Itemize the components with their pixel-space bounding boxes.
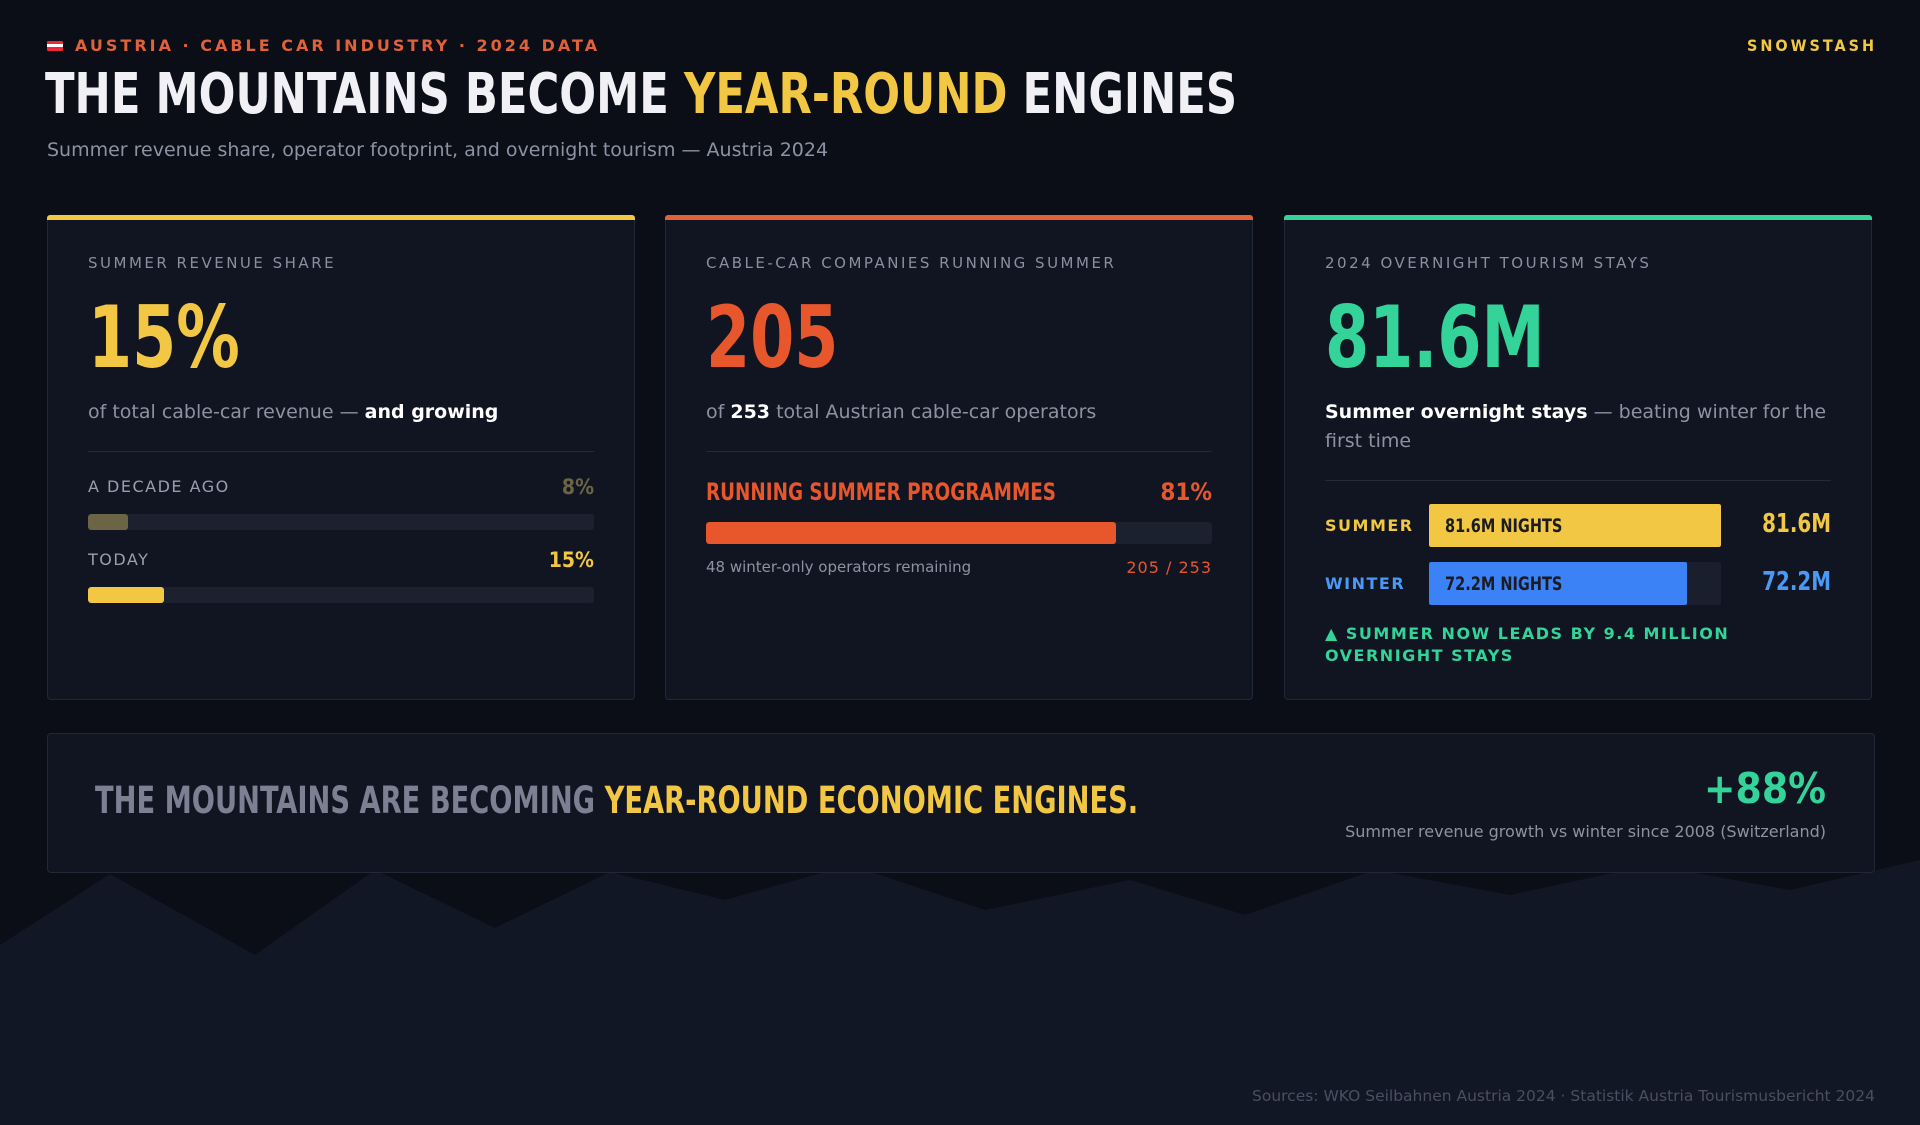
winter-bar-text: 72.2M NIGHTS (1445, 572, 1563, 595)
summer-value: 81.6M (1762, 509, 1831, 539)
remaining-note: 48 winter-only operators remaining (706, 558, 972, 576)
page-subtitle: Summer revenue share, operator footprint… (47, 139, 829, 161)
desc-bold: and growing (364, 401, 499, 423)
austria-flag-icon (47, 40, 63, 51)
progress-title: RUNNING SUMMER PROGRAMMES (706, 478, 1056, 506)
lead-note: ▲ SUMMER NOW LEADS BY 9.4 MILLION OVERNI… (1325, 624, 1730, 665)
winter-bar-track: 72.2M NIGHTS (1429, 562, 1721, 605)
revenue-share-card: SUMMER REVENUE SHARE 15% of total cable-… (47, 215, 635, 700)
today-track (88, 587, 594, 603)
summer-progress-fill (706, 522, 1116, 544)
title-highlight: YEAR-ROUND (683, 62, 1008, 127)
growth-stat-note: Summer revenue growth vs winter since 20… (1345, 822, 1826, 841)
conclusion-banner: THE MOUNTAINS ARE BECOMING YEAR-ROUND EC… (47, 733, 1875, 873)
title-post: ENGINES (1007, 62, 1238, 127)
progress-percent: 81% (1160, 478, 1212, 506)
desc-bold: 253 (730, 401, 771, 423)
card-accent-bar (1284, 215, 1872, 220)
card-label: 2024 OVERNIGHT TOURISM STAYS (1325, 254, 1652, 272)
brand-logo[interactable]: SNOWSTASH (1747, 36, 1877, 55)
eyebrow: AUSTRIA · CABLE CAR INDUSTRY · 2024 DATA (47, 36, 600, 55)
page-title: THE MOUNTAINS BECOME YEAR-ROUND ENGINES (45, 62, 1237, 128)
card-accent-bar (665, 215, 1253, 220)
today-label: TODAY (88, 550, 150, 569)
card-description: of total cable-car revenue — and growing (88, 398, 594, 427)
winter-label: WINTER (1325, 574, 1406, 593)
big-stat: 81.6M (1325, 288, 1545, 388)
today-value: 15% (548, 548, 594, 572)
card-label: CABLE-CAR COMPANIES RUNNING SUMMER (706, 254, 1117, 272)
eyebrow-text: AUSTRIA · CABLE CAR INDUSTRY · 2024 DATA (75, 36, 601, 55)
companies-card: CABLE-CAR COMPANIES RUNNING SUMMER 205 o… (665, 215, 1253, 700)
summer-bar-text: 81.6M NIGHTS (1445, 514, 1563, 537)
decade-ago-fill (88, 514, 129, 530)
title-pre: THE MOUNTAINS BECOME (45, 62, 684, 127)
desc-pre: of (706, 401, 731, 423)
winter-bar-fill: 72.2M NIGHTS (1429, 562, 1688, 605)
desc-bold: Summer overnight stays (1325, 401, 1588, 423)
summer-bar-fill: 81.6M NIGHTS (1429, 504, 1721, 547)
ratio-note: 205 / 253 (1126, 558, 1212, 577)
growth-stat: +88% (1703, 764, 1826, 813)
mountain-silhouette (0, 860, 1920, 1125)
winter-value: 72.2M (1762, 567, 1831, 597)
desc-post: total Austrian cable-car operators (770, 401, 1097, 423)
card-label: SUMMER REVENUE SHARE (88, 254, 337, 272)
desc-plain: of total cable-car revenue — (88, 401, 365, 423)
divider (1325, 480, 1831, 481)
divider (88, 451, 594, 452)
banner-headline: THE MOUNTAINS ARE BECOMING YEAR-ROUND EC… (95, 779, 1138, 822)
card-description: of 253 total Austrian cable-car operator… (706, 398, 1212, 427)
summer-progress-track (706, 522, 1212, 544)
banner-text-highlight: YEAR-ROUND ECONOMIC ENGINES. (604, 779, 1139, 822)
sources-footnote: Sources: WKO Seilbahnen Austria 2024 · S… (1252, 1087, 1875, 1105)
big-stat: 15% (88, 288, 240, 388)
summer-label: SUMMER (1325, 516, 1414, 535)
decade-ago-label: A DECADE AGO (88, 477, 230, 496)
card-accent-bar (47, 215, 635, 220)
divider (706, 451, 1212, 452)
decade-ago-value: 8% (561, 475, 594, 499)
banner-text-pre: THE MOUNTAINS ARE BECOMING (95, 779, 605, 822)
overnight-stays-card: 2024 OVERNIGHT TOURISM STAYS 81.6M Summe… (1284, 215, 1872, 700)
today-fill (88, 587, 164, 603)
decade-ago-track (88, 514, 594, 530)
summer-bar-track: 81.6M NIGHTS (1429, 504, 1721, 547)
card-description: Summer overnight stays — beating winter … (1325, 398, 1831, 456)
big-stat: 205 (706, 288, 839, 388)
